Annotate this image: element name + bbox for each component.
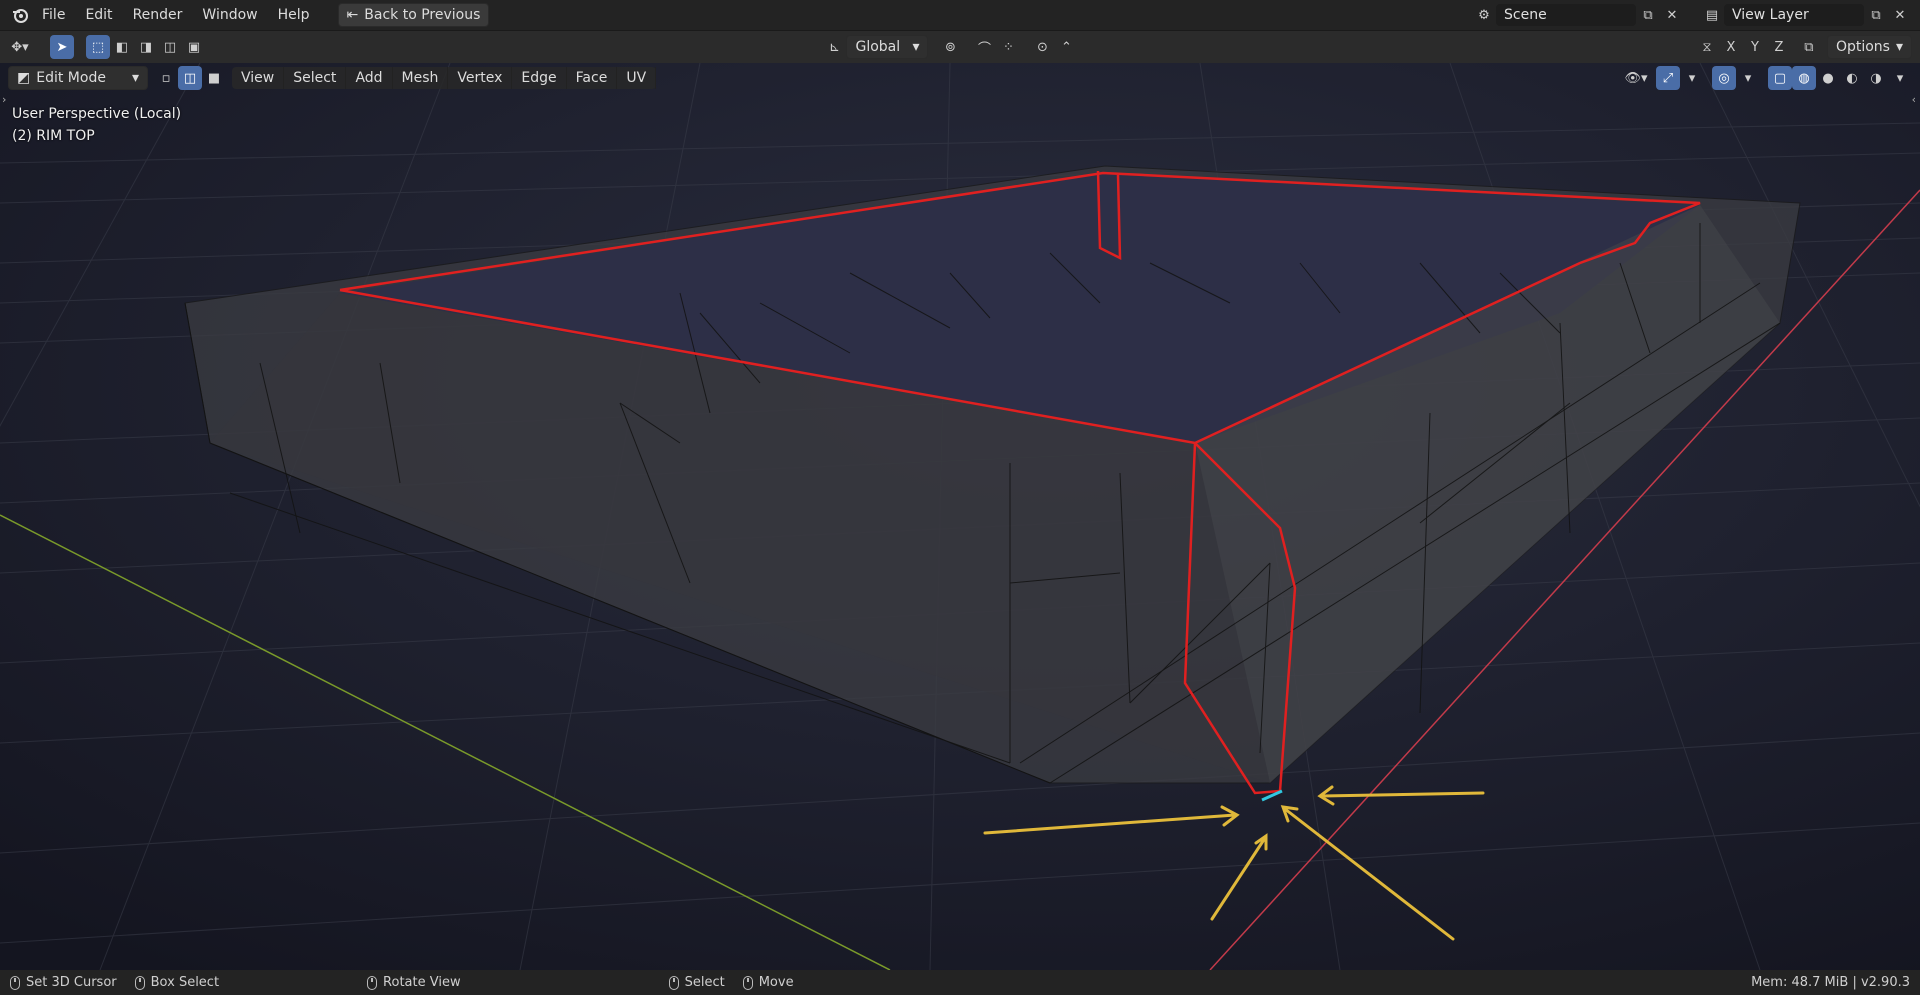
options-dropdown[interactable]: Options ▾ [1826,35,1912,59]
transform-orientation-icon: ⊾ [829,39,840,55]
select-tool-icon[interactable]: ➤ [50,35,74,59]
visibility-icon[interactable]: 👁▾ [1624,66,1648,90]
menu-render[interactable]: Render [123,4,193,26]
vp-menu-face[interactable]: Face [567,67,618,89]
viewport-menu: View Select Add Mesh Vertex Edge Face UV [232,67,657,89]
scene-icon[interactable]: ⚙ [1472,3,1496,27]
axis-z-toggle[interactable]: Z [1767,35,1791,59]
gizmo-dropdown-icon[interactable]: ▾ [1680,66,1704,90]
top-bar: File Edit Render Window Help ⇤ Back to P… [0,0,1920,30]
mouse-left-icon [10,975,20,990]
mode-dropdown[interactable]: ◩ Edit Mode ▾ [8,66,148,90]
mouse-right-icon [668,975,679,990]
face-select-icon[interactable]: ■ [202,66,226,90]
edge-select-icon[interactable]: ◫ [178,66,202,90]
vp-menu-vertex[interactable]: Vertex [448,67,513,89]
back-to-previous-label: Back to Previous [364,7,481,23]
mode-value: Edit Mode [36,70,106,86]
proportional-falloff-icon[interactable]: ⌃ [1054,35,1078,59]
vertex-select-icon[interactable]: ▫ [154,66,178,90]
memory-version-info: Mem: 48.7 MiB | v2.90.3 [1751,975,1910,990]
shading-dropdown-icon[interactable]: ▾ [1888,66,1912,90]
new-view-layer-icon[interactable]: ⧉ [1864,3,1888,27]
mirror-icon[interactable]: ⧖ [1695,35,1719,59]
overlays-dropdown-icon[interactable]: ▾ [1736,66,1760,90]
scene-name: Scene [1504,7,1547,23]
viewport-canvas[interactable] [0,63,1920,970]
status-set-3d-cursor: Set 3D Cursor [10,975,117,990]
view-layer-name: View Layer [1732,7,1809,23]
mouse-drag-icon [134,975,145,990]
status-bar: Set 3D Cursor Box Select Rotate View Sel… [0,970,1920,995]
status-box-select: Box Select [134,975,220,990]
options-label: Options [1835,39,1890,55]
proportional-editing-icon[interactable]: ⊙ [1030,35,1054,59]
wireframe-shading-icon[interactable]: ◍ [1792,66,1816,90]
mouse-middle-icon [367,975,378,990]
status-label: Box Select [150,975,220,990]
select-subtract-icon[interactable]: ◨ [134,35,158,59]
material-shading-icon[interactable]: ◐ [1840,66,1864,90]
mouse-right-drag-icon [742,975,753,990]
object-label: (2) RIM TOP [12,128,95,144]
edit-mode-icon: ◩ [17,70,31,86]
transform-orientation-dropdown[interactable]: Global ▾ [846,35,929,59]
select-new-icon[interactable]: ⬚ [86,35,110,59]
view-layer-field[interactable]: View Layer [1724,4,1864,26]
delete-scene-icon[interactable]: ✕ [1660,3,1684,27]
rendered-shading-icon[interactable]: ◑ [1864,66,1888,90]
axis-x-toggle[interactable]: X [1719,35,1743,59]
status-select: Select [668,975,725,990]
gizmo-icon[interactable]: ⤢ [1656,66,1680,90]
chevron-down-icon: ▾ [912,39,920,55]
3d-viewport[interactable]: ◩ Edit Mode ▾ ▫ ◫ ■ View Select Add Mesh… [0,63,1920,970]
delete-view-layer-icon[interactable]: ✕ [1888,3,1912,27]
snap-icon[interactable]: ⌒ [972,35,996,59]
auto-merge-icon[interactable]: ⧉ [1797,35,1821,59]
scene-name-field[interactable]: Scene [1496,4,1636,26]
chevron-down-icon: ▾ [1895,39,1903,55]
vp-menu-view[interactable]: View [232,67,285,89]
toolbar-expand-icon[interactable]: › [2,93,6,106]
select-extend-icon[interactable]: ◧ [110,35,134,59]
menu-window[interactable]: Window [192,4,267,26]
vp-menu-uv[interactable]: UV [617,67,657,89]
new-scene-icon[interactable]: ⧉ [1636,3,1660,27]
blender-logo-icon[interactable] [8,3,32,27]
viewport-header: ◩ Edit Mode ▾ ▫ ◫ ■ View Select Add Mesh… [0,63,1920,93]
axis-y-toggle[interactable]: Y [1743,35,1767,59]
perspective-label: User Perspective (Local) [12,106,182,122]
status-move: Move [742,975,794,990]
editor-type-icon[interactable]: ✥▾ [8,35,32,59]
solid-shading-icon[interactable]: ● [1816,66,1840,90]
vp-menu-add[interactable]: Add [346,67,393,89]
menu-edit[interactable]: Edit [75,4,122,26]
overlays-icon[interactable]: ◎ [1712,66,1736,90]
xray-icon[interactable]: ▢ [1768,66,1792,90]
view-layer-icon[interactable]: ▤ [1700,3,1724,27]
status-label: Move [758,975,794,990]
back-icon: ⇤ [346,7,359,23]
tool-header: ✥▾ ➤ ⬚ ◧ ◨ ◫ ▣ ⊾ Global ▾ ⊚ ⌒ ⁘ ⊙ ⌃ ⧖ X … [0,30,1920,63]
sidebar-expand-icon[interactable]: ‹ [1912,93,1916,106]
snap-increment-icon[interactable]: ⁘ [996,35,1020,59]
vp-menu-edge[interactable]: Edge [512,67,567,89]
status-label: Set 3D Cursor [26,975,117,990]
chevron-down-icon: ▾ [131,70,139,86]
select-difference-icon[interactable]: ◫ [158,35,182,59]
status-label: Rotate View [383,975,461,990]
select-intersect-icon[interactable]: ▣ [182,35,206,59]
menu-file[interactable]: File [32,4,75,26]
menu-help[interactable]: Help [268,4,320,26]
status-rotate-view: Rotate View [367,975,461,990]
pivot-point-icon[interactable]: ⊚ [938,35,962,59]
back-to-previous-button[interactable]: ⇤ Back to Previous [337,3,490,27]
vp-menu-select[interactable]: Select [284,67,347,89]
transform-orientation-value: Global [855,39,901,55]
vp-menu-mesh[interactable]: Mesh [393,67,449,89]
status-label: Select [684,975,725,990]
